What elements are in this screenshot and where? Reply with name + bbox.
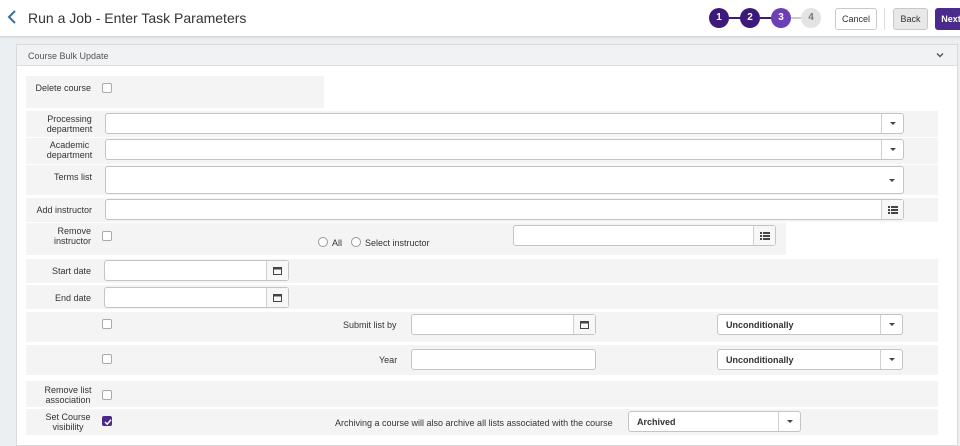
calendar-icon[interactable]: [266, 261, 288, 280]
submit-list-by-checkbox[interactable]: [102, 319, 112, 329]
year-condition-value: Unconditionally: [726, 354, 794, 365]
submit-list-by-input[interactable]: [411, 314, 596, 335]
academic-department-select[interactable]: [105, 139, 904, 160]
panel-header[interactable]: Course Bulk Update: [17, 45, 957, 66]
course-visibility-select[interactable]: Archived: [628, 411, 801, 432]
header-divider: [884, 8, 885, 30]
chevron-down-icon[interactable]: [935, 50, 945, 60]
submit-list-by-label: Submit list by: [343, 320, 397, 330]
select-instructor-radio-label: Select instructor: [365, 238, 430, 248]
year-input[interactable]: [411, 349, 596, 370]
chevron-down-icon[interactable]: [881, 114, 903, 133]
processing-department-select[interactable]: [105, 113, 904, 134]
chevron-down-icon[interactable]: [880, 350, 902, 369]
start-date-input[interactable]: [104, 260, 289, 281]
add-instructor-input[interactable]: [105, 199, 904, 220]
remove-list-association-label: Remove list association: [44, 385, 92, 405]
remove-instructor-checkbox[interactable]: [102, 231, 112, 241]
submit-list-by-condition-value: Unconditionally: [726, 319, 794, 330]
remove-list-association-row: [26, 381, 938, 407]
all-radio-label: All: [332, 238, 343, 248]
page-header: Run a Job - Enter Task Parameters 1 2 3 …: [0, 0, 960, 37]
delete-course-label: Delete course: [35, 83, 91, 93]
terms-list-label: Terms list: [54, 172, 92, 182]
end-date-input[interactable]: [104, 287, 289, 308]
chevron-down-icon[interactable]: [880, 315, 902, 334]
step-4[interactable]: 4: [801, 8, 821, 28]
next-button[interactable]: Next: [935, 8, 960, 30]
add-instructor-label: Add instructor: [36, 205, 92, 215]
terms-list-select[interactable]: [105, 166, 904, 194]
chevron-down-icon[interactable]: [778, 412, 800, 431]
year-label: Year: [379, 355, 398, 365]
list-icon[interactable]: [881, 200, 903, 219]
calendar-icon[interactable]: [266, 288, 288, 307]
set-course-visibility-checkbox[interactable]: [102, 416, 112, 426]
page-title: Run a Job - Enter Task Parameters: [28, 10, 247, 26]
panel-title: Course Bulk Update: [28, 51, 109, 61]
year-checkbox[interactable]: [102, 354, 112, 364]
remove-instructor-input[interactable]: [513, 225, 776, 246]
academic-department-label: Academic department: [46, 140, 93, 160]
select-instructor-radio[interactable]: [351, 237, 361, 247]
back-button[interactable]: Back: [893, 8, 928, 30]
remove-instructor-label: Remove instructor: [53, 226, 91, 246]
chevron-down-icon[interactable]: [881, 167, 903, 193]
submit-list-by-condition-select[interactable]: Unconditionally: [717, 314, 903, 335]
step-1[interactable]: 1: [709, 8, 729, 28]
processing-department-label: Processing department: [46, 114, 93, 134]
start-date-label: Start date: [51, 266, 91, 276]
delete-course-checkbox[interactable]: [102, 83, 112, 93]
end-date-label: End date: [54, 293, 91, 303]
cancel-button[interactable]: Cancel: [835, 8, 877, 30]
calendar-icon[interactable]: [573, 315, 595, 334]
remove-list-association-checkbox[interactable]: [102, 390, 112, 400]
back-arrow-icon[interactable]: [6, 9, 22, 27]
set-course-visibility-label: Set Course visibility: [45, 412, 91, 432]
list-icon[interactable]: [753, 226, 775, 245]
step-3[interactable]: 3: [771, 8, 791, 28]
all-radio[interactable]: [318, 237, 328, 247]
step-2[interactable]: 2: [740, 8, 760, 28]
chevron-down-icon[interactable]: [881, 140, 903, 159]
course-visibility-value: Archived: [637, 416, 676, 427]
year-condition-select[interactable]: Unconditionally: [717, 349, 903, 370]
visibility-note: Archiving a course will also archive all…: [335, 418, 613, 428]
